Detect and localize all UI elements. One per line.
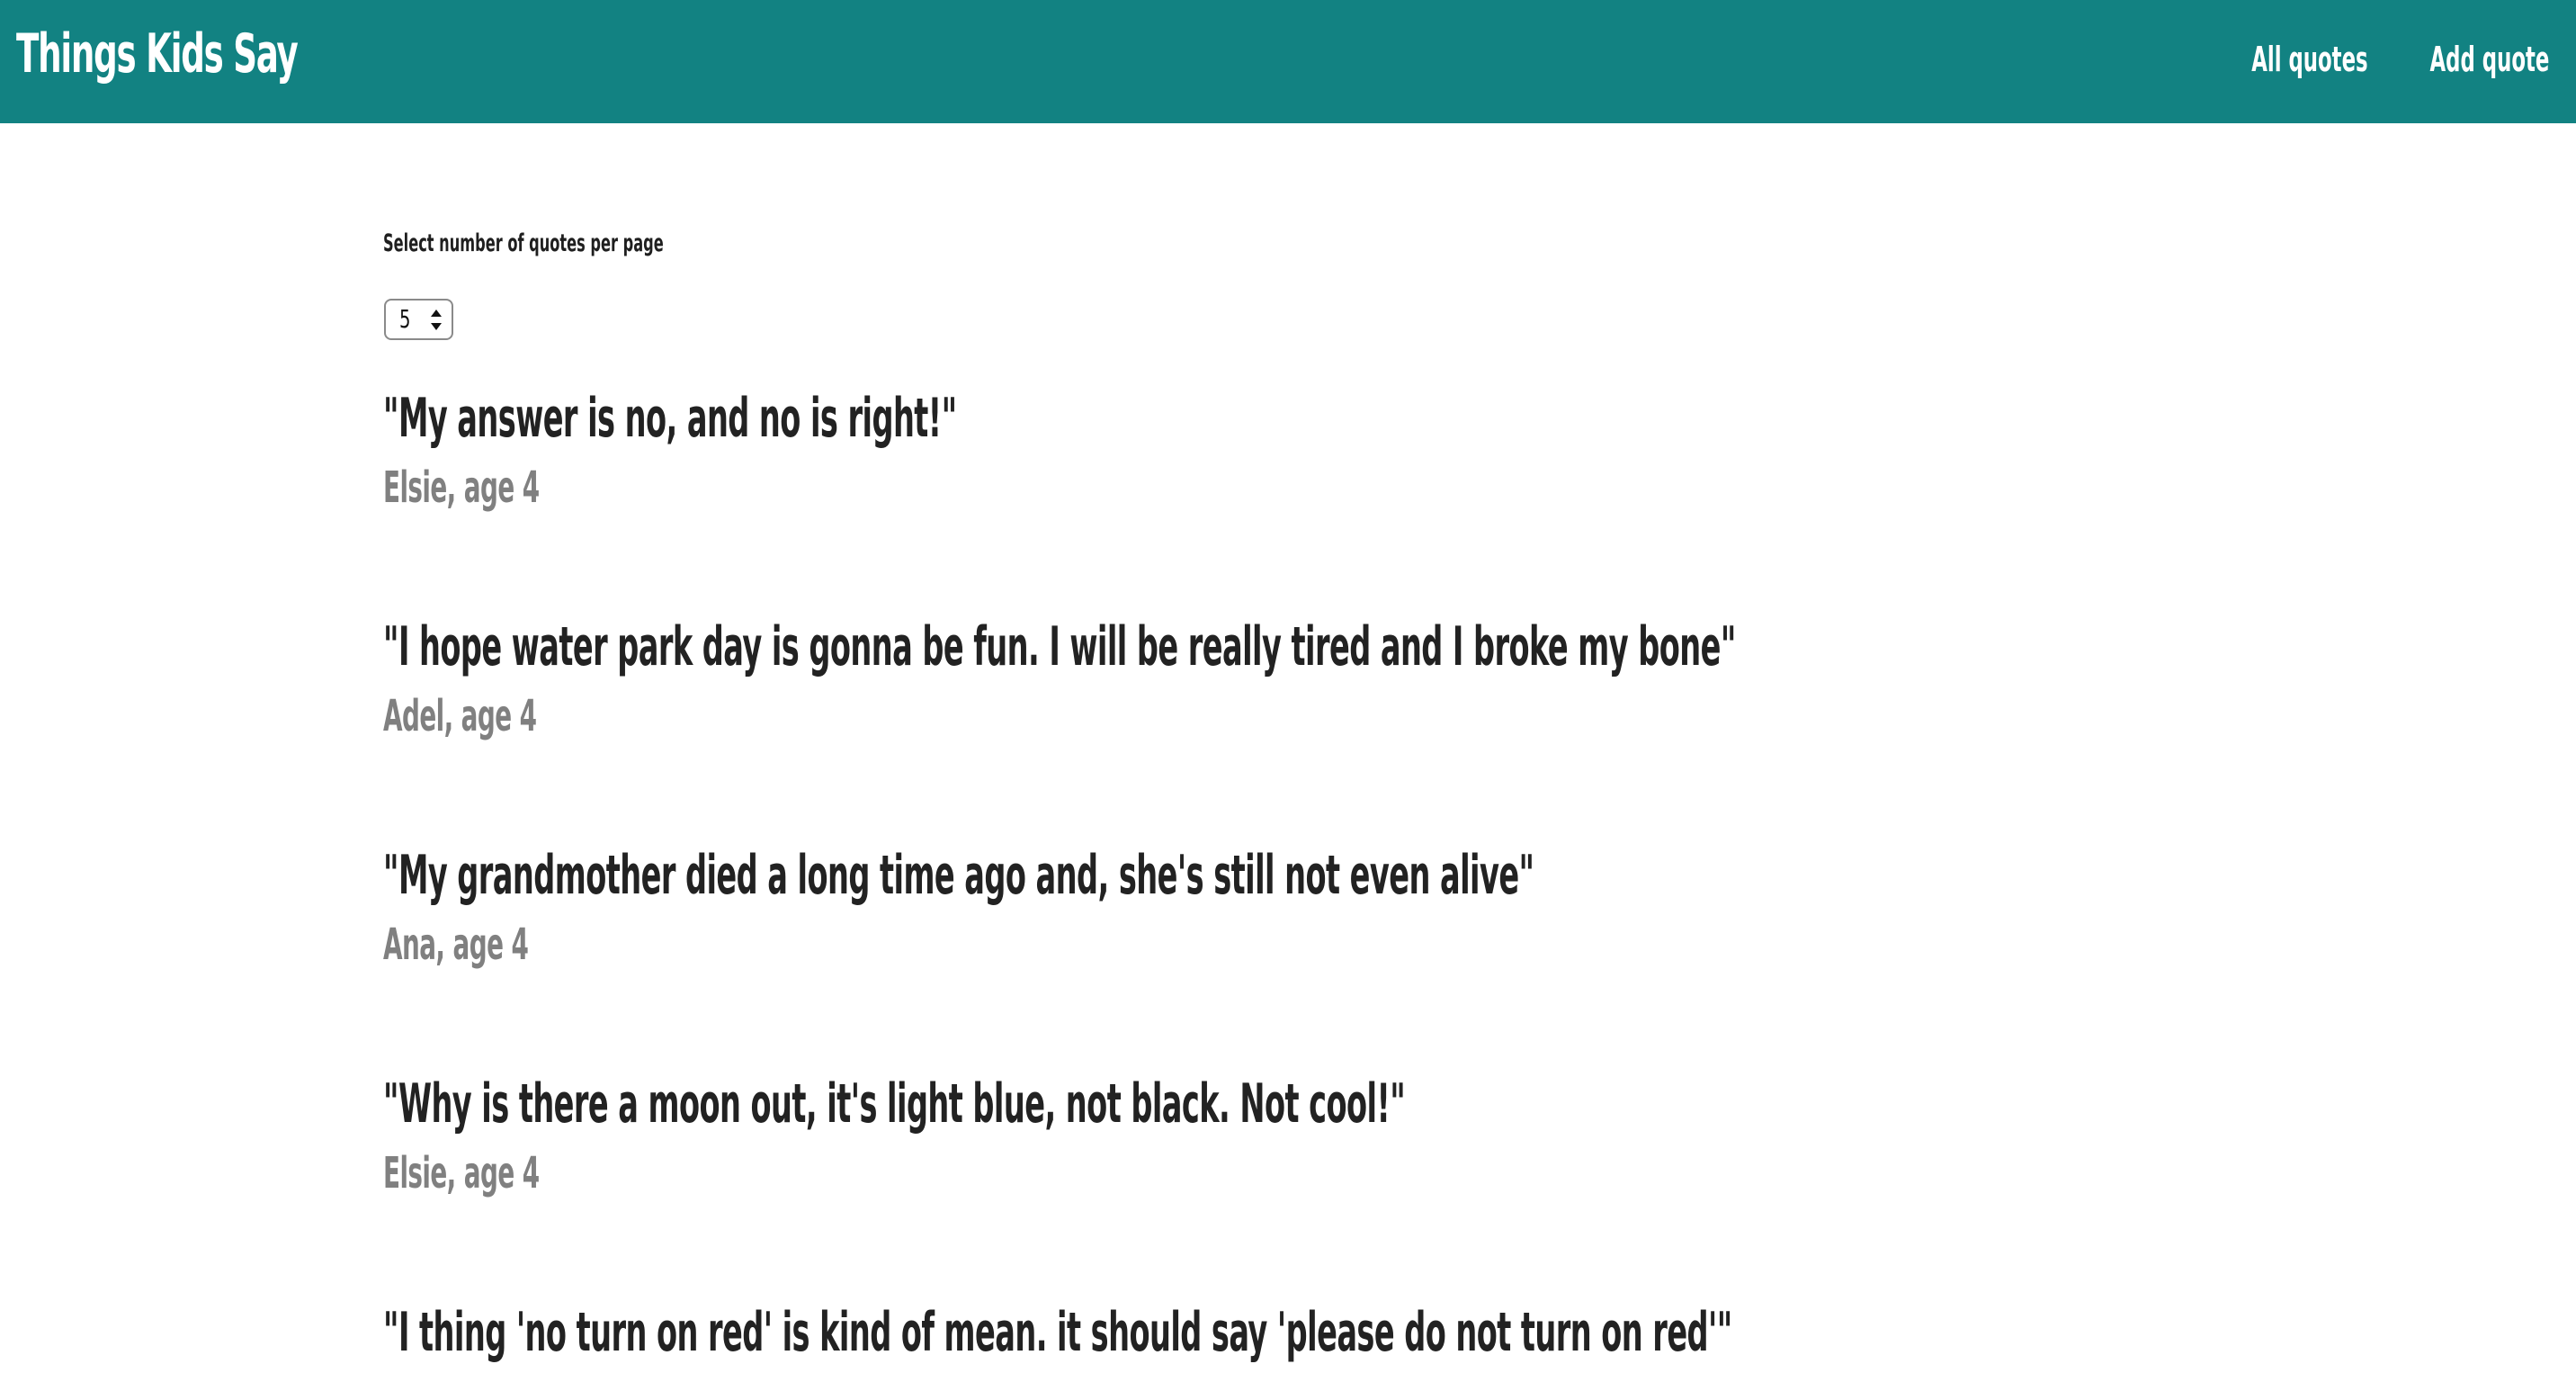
quote-text: "I hope water park day is gonna be fun. …	[383, 615, 1736, 678]
quote-text: "My answer is no, and no is right!"	[383, 387, 957, 450]
per-page-selected-value: 5	[399, 304, 411, 334]
per-page-control: Select number of quotes per page	[383, 229, 851, 257]
quote-item: "My answer is no, and no is right!" Elsi…	[383, 387, 1407, 513]
quote-item: "I hope water park day is gonna be fun. …	[383, 615, 2576, 741]
nav-add-quote-link[interactable]: Add quote	[2429, 40, 2549, 79]
quote-item: "Why is there a moon out, it's light blu…	[383, 1072, 2208, 1198]
quote-author: Adel, age 4	[383, 691, 537, 741]
top-navbar: Things Kids Say All quotes Add quote	[0, 0, 2576, 123]
per-page-label: Select number of quotes per page	[383, 229, 664, 257]
nav-all-quotes-link[interactable]: All quotes	[2251, 40, 2367, 79]
quote-author: Elsie, age 4	[383, 462, 540, 513]
quote-text: "Why is there a moon out, it's light blu…	[383, 1072, 1406, 1135]
nav-links: All quotes Add quote	[2174, 0, 2549, 123]
stepper-arrows-icon	[431, 310, 442, 330]
quote-item: "I thing 'no turn on red' is kind of mea…	[383, 1301, 2576, 1364]
quote-item: "My grandmother died a long time ago and…	[383, 844, 2438, 970]
quote-author: Ana, age 4	[383, 920, 529, 970]
quote-text: "I thing 'no turn on red' is kind of mea…	[383, 1301, 1732, 1364]
site-title[interactable]: Things Kids Say	[16, 22, 299, 85]
quote-text: "My grandmother died a long time ago and…	[383, 844, 1534, 907]
per-page-select[interactable]: 5	[384, 299, 453, 340]
quote-author: Elsie, age 4	[383, 1148, 540, 1198]
